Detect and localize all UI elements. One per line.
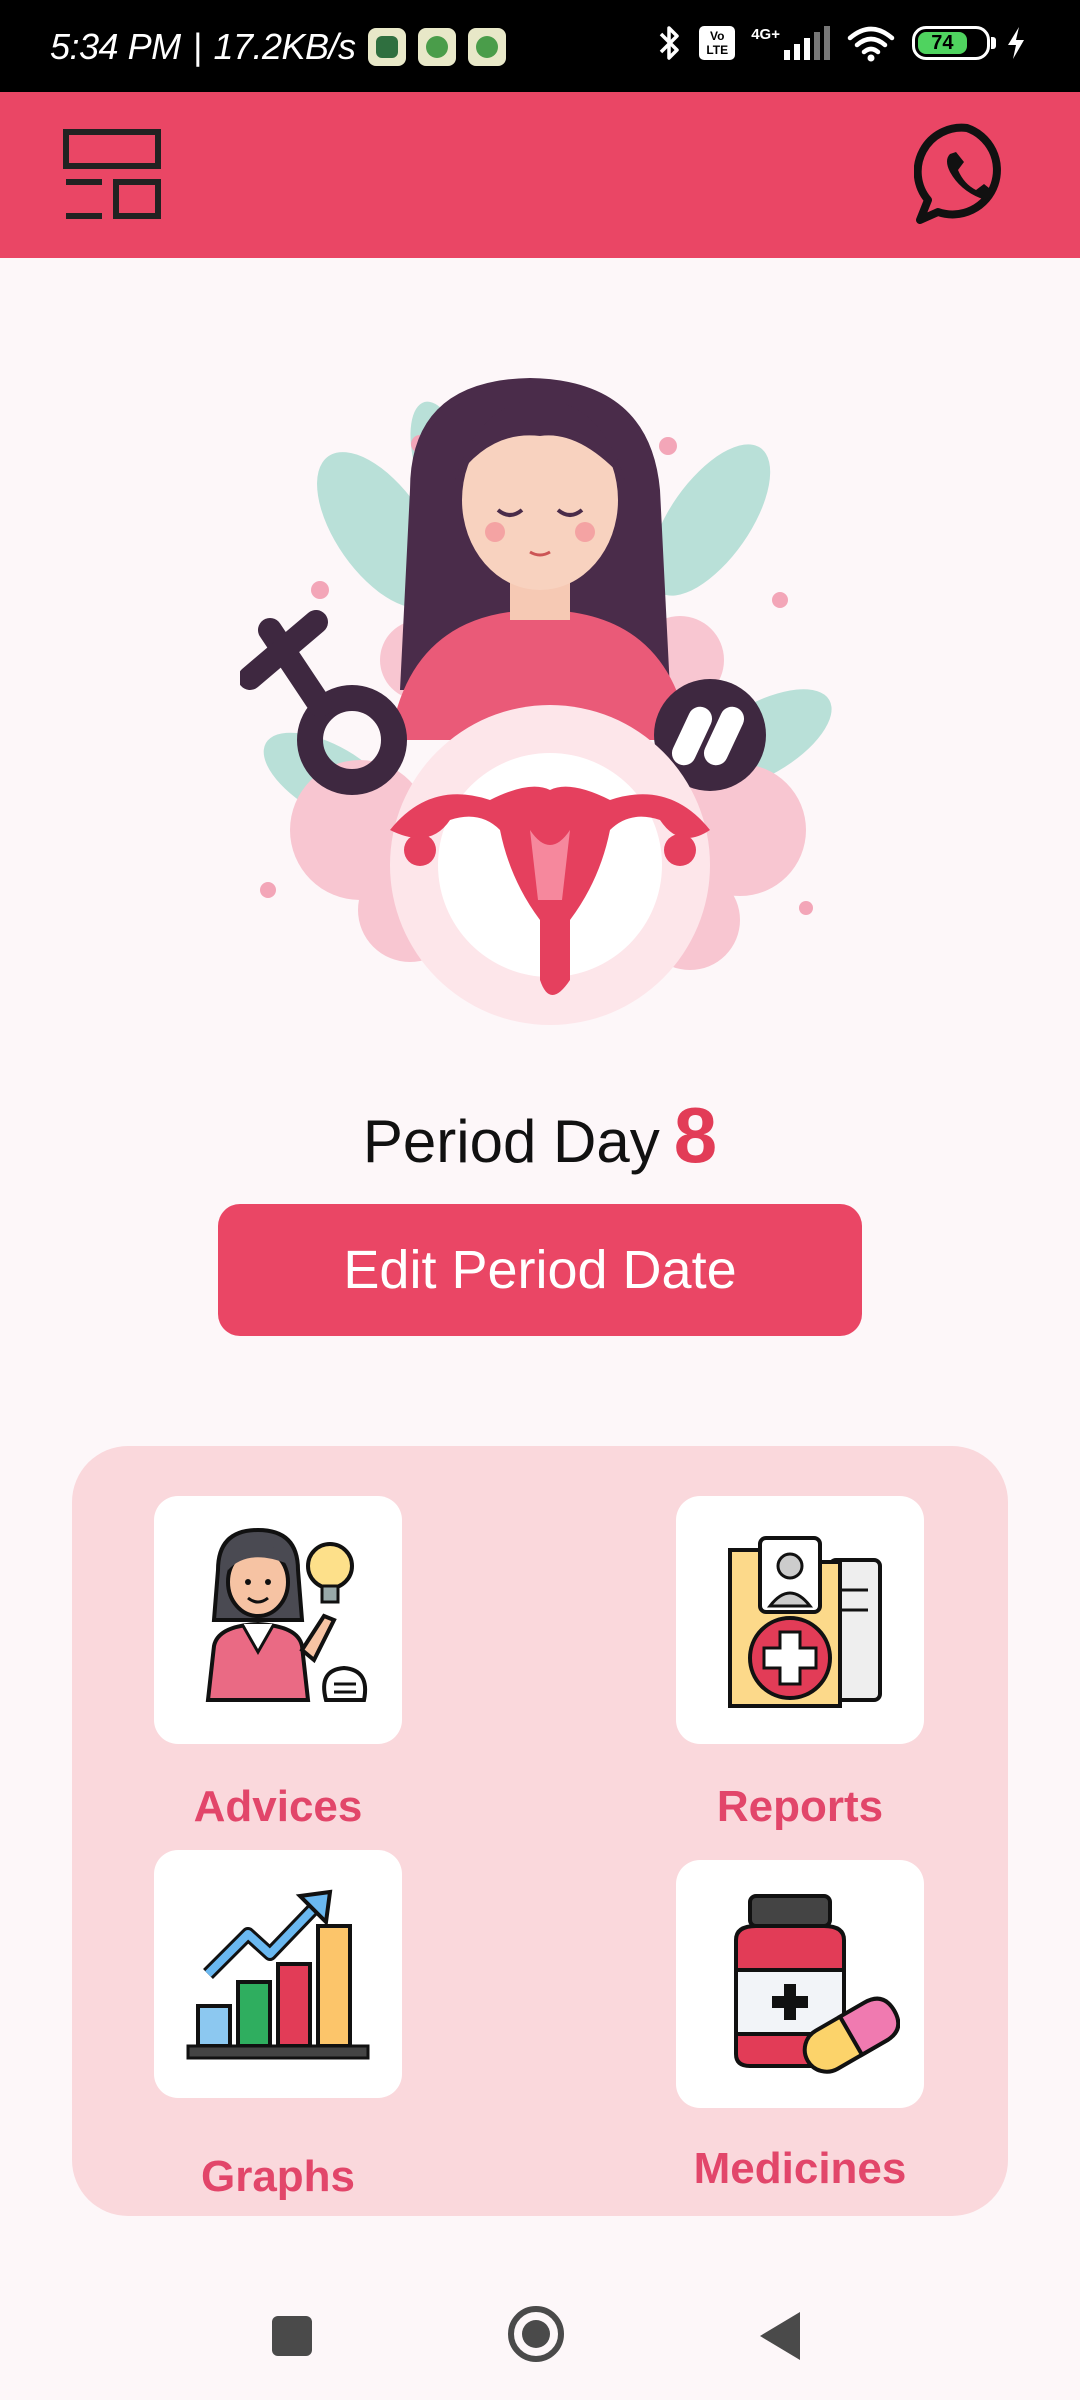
globe-notification-icon [467, 28, 506, 66]
status-right: Vo LTE 4G+ 74 [657, 24, 1026, 62]
status-time: 5:34 PM [50, 26, 181, 67]
menstruation-illustration [240, 378, 832, 1025]
volte-badge: Vo LTE [699, 26, 736, 60]
advice-woman-lightbulb-icon [205, 1527, 367, 1702]
dashboard-menu-icon[interactable] [62, 126, 162, 226]
home-button[interactable] [508, 2306, 564, 2362]
globe-notification-icon [417, 28, 456, 66]
period-day-number: 8 [673, 1091, 718, 1179]
medical-report-folder-icon [728, 1536, 882, 1708]
network-type: 4G+ [751, 26, 780, 43]
bar-graph-trend-icon [186, 1889, 370, 2060]
bluetooth-icon [659, 26, 679, 60]
edit-period-date-button[interactable]: Edit Period Date [218, 1204, 862, 1336]
advices-tile[interactable] [154, 1496, 402, 1744]
medicines-label[interactable]: Medicines [650, 2144, 950, 2194]
wifi-icon [847, 26, 895, 62]
back-button[interactable] [760, 2312, 800, 2360]
period-day-label: Period Day [362, 1108, 660, 1175]
message-notification-icon [367, 28, 406, 66]
status-separator: | [192, 26, 202, 67]
signal-icon [784, 26, 830, 60]
medicine-bottle-capsule-icon [734, 1894, 900, 2074]
reports-tile[interactable] [676, 1496, 924, 1744]
recents-button[interactable] [272, 2316, 312, 2356]
battery-icon: 74 [912, 26, 996, 60]
reports-label[interactable]: Reports [650, 1782, 950, 1832]
graphs-label[interactable]: Graphs [128, 2152, 428, 2202]
status-left: 5:34 PM | 17.2KB/s [50, 26, 506, 68]
app-bar [0, 92, 1080, 258]
period-day-text: Period Day 8 [0, 1090, 1080, 1181]
features-panel: Advices Reports Graphs Medicines [72, 1446, 1008, 2216]
graphs-tile[interactable] [154, 1850, 402, 2098]
status-net-speed: 17.2KB/s [213, 26, 356, 67]
system-nav-bar [0, 2270, 1080, 2400]
status-bar: 5:34 PM | 17.2KB/s Vo LTE 4G+ 74 [0, 0, 1080, 92]
charging-bolt-icon [1008, 27, 1024, 59]
whatsapp-icon[interactable] [914, 120, 1020, 230]
medicines-tile[interactable] [676, 1860, 924, 2108]
battery-level: 74 [918, 32, 967, 54]
advices-label[interactable]: Advices [128, 1782, 428, 1832]
